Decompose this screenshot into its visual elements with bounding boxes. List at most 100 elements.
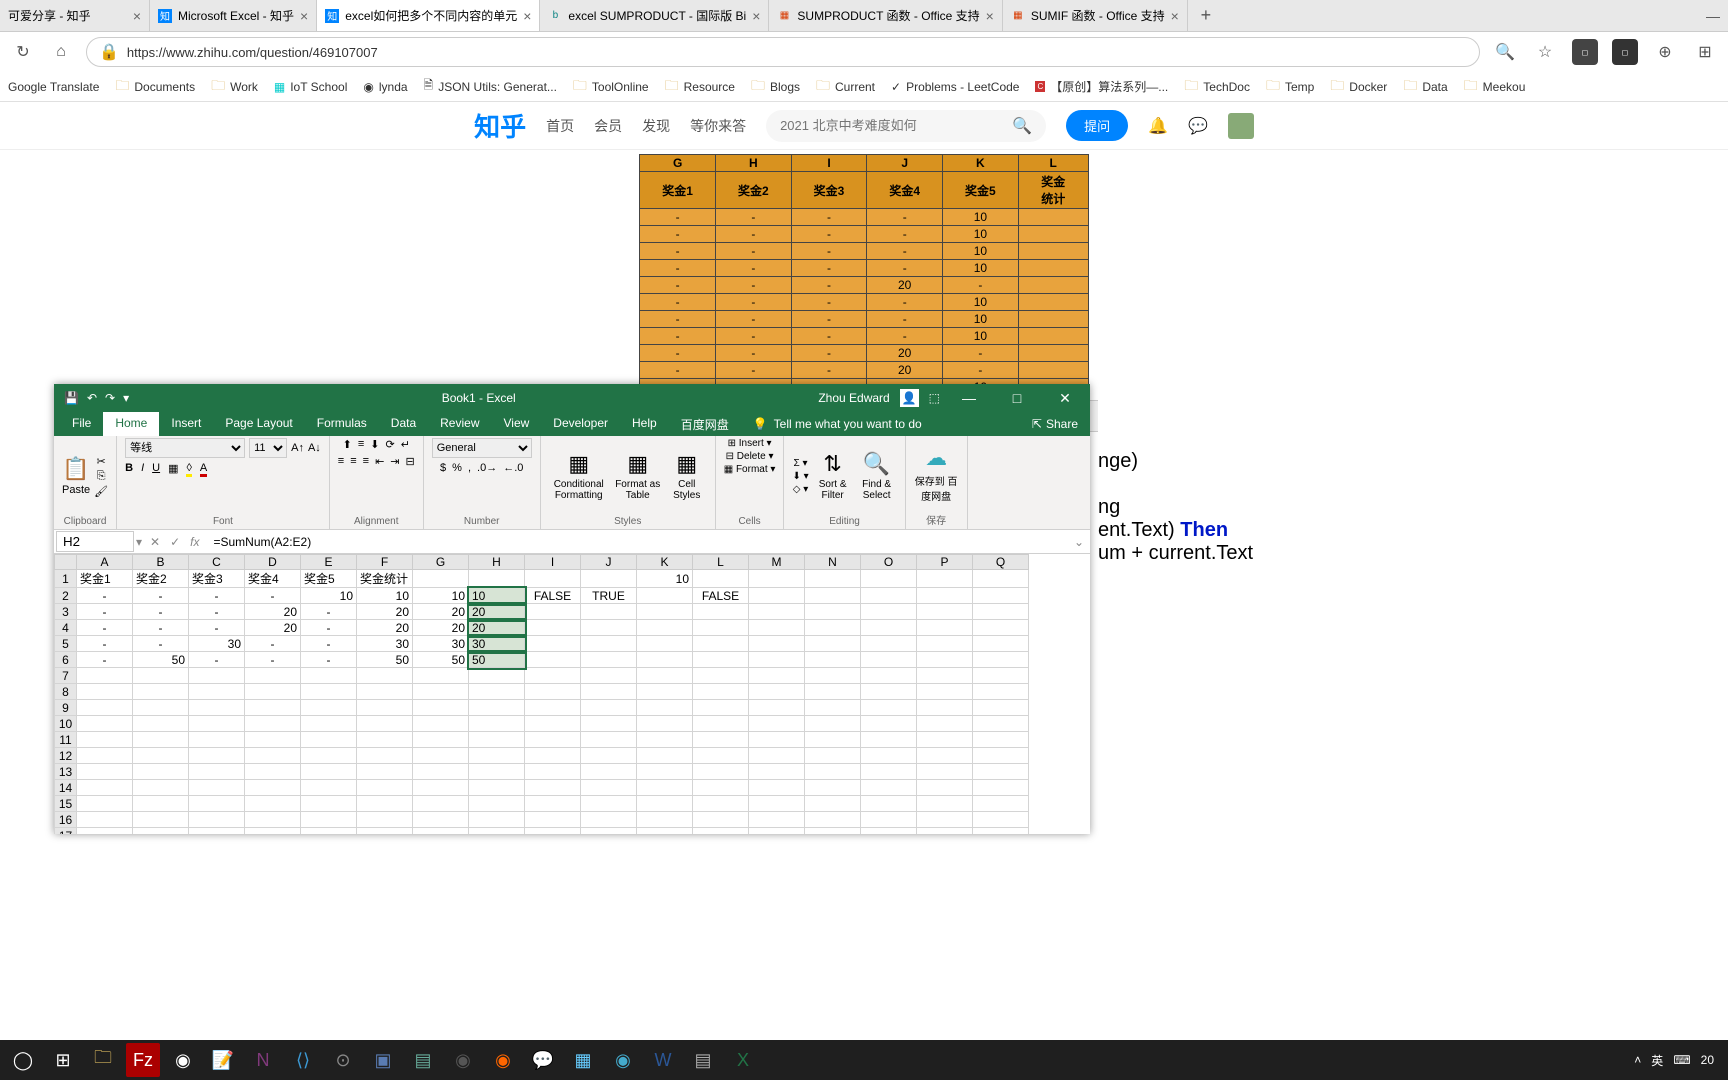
col-header[interactable]: M <box>749 555 805 570</box>
cell[interactable] <box>917 700 973 716</box>
row-header[interactable]: 11 <box>55 732 77 748</box>
nav-home[interactable]: 首页 <box>546 116 574 136</box>
share-button[interactable]: ⇱Share <box>1020 412 1090 436</box>
nav-vip[interactable]: 会员 <box>594 116 622 136</box>
edge-icon[interactable]: ◉ <box>606 1043 640 1077</box>
cell[interactable] <box>469 732 525 748</box>
cell[interactable] <box>357 780 413 796</box>
close-icon[interactable]: × <box>1171 8 1179 24</box>
cell[interactable] <box>637 764 693 780</box>
bookmark-item[interactable]: 🗀Data <box>1403 75 1447 99</box>
cell[interactable] <box>693 732 749 748</box>
save-icon[interactable]: 💾 <box>64 391 79 405</box>
cell[interactable] <box>301 700 357 716</box>
tab-0[interactable]: 可爱分享 - 知乎 × <box>0 0 150 31</box>
bookmark-item[interactable]: 🗀Blogs <box>751 75 800 99</box>
indent-inc-icon[interactable]: ⇥ <box>390 455 399 468</box>
cut-icon[interactable]: ✂ <box>97 455 106 468</box>
cell[interactable] <box>357 796 413 812</box>
cell[interactable] <box>805 700 861 716</box>
autosum-icon[interactable]: Σ ▾ <box>794 458 808 469</box>
cell[interactable] <box>357 828 413 835</box>
currency-icon[interactable]: $ <box>440 462 446 474</box>
cell[interactable] <box>805 604 861 620</box>
cell[interactable] <box>749 812 805 828</box>
cell[interactable] <box>973 604 1029 620</box>
cell[interactable] <box>469 570 525 588</box>
decrease-font-icon[interactable]: A↓ <box>308 442 321 454</box>
cell[interactable]: - <box>245 652 301 668</box>
cell[interactable] <box>189 796 245 812</box>
cell[interactable] <box>189 780 245 796</box>
cell[interactable] <box>133 764 189 780</box>
obs-icon[interactable]: ◉ <box>446 1043 480 1077</box>
col-header[interactable]: L <box>693 555 749 570</box>
cell[interactable] <box>637 700 693 716</box>
cell[interactable] <box>917 570 973 588</box>
excel-title-bar[interactable]: 💾 ↶ ↷ ▾ Book1 - Excel Zhou Edward 👤 ⬚ — … <box>54 384 1090 412</box>
cell[interactable] <box>973 812 1029 828</box>
clear-icon[interactable]: ◇ ▾ <box>793 484 809 495</box>
col-header[interactable]: C <box>189 555 245 570</box>
bookmark-item[interactable]: Google Translate <box>8 80 99 94</box>
cell[interactable]: 20 <box>357 604 413 620</box>
cell[interactable] <box>525 812 581 828</box>
keyboard-icon[interactable]: ⌨ <box>1673 1053 1690 1067</box>
cell[interactable] <box>77 684 133 700</box>
cell[interactable] <box>357 668 413 684</box>
start-button[interactable]: ◯ <box>6 1043 40 1077</box>
cell[interactable] <box>301 764 357 780</box>
cell[interactable] <box>861 636 917 652</box>
cell[interactable] <box>637 684 693 700</box>
cell[interactable]: 50 <box>469 652 525 668</box>
user-name[interactable]: Zhou Edward <box>818 391 889 405</box>
col-header[interactable]: E <box>301 555 357 570</box>
cell[interactable] <box>861 732 917 748</box>
cell[interactable] <box>245 828 301 835</box>
cell[interactable] <box>525 716 581 732</box>
tab-formulas[interactable]: Formulas <box>305 412 379 436</box>
row-header[interactable]: 17 <box>55 828 77 835</box>
cell[interactable] <box>245 812 301 828</box>
cell[interactable]: - <box>189 620 245 636</box>
cell[interactable] <box>861 828 917 835</box>
cell[interactable]: 30 <box>357 636 413 652</box>
cell[interactable]: 30 <box>469 636 525 652</box>
border-icon[interactable]: ▦ <box>168 462 178 477</box>
search-icon[interactable]: 🔍 <box>1012 116 1032 136</box>
ime-indicator[interactable]: 英 <box>1651 1052 1663 1069</box>
close-icon[interactable]: × <box>752 8 760 24</box>
tray-chevron-icon[interactable]: ˄ <box>1634 1053 1641 1067</box>
tab-baidu[interactable]: 百度网盘 <box>669 412 741 436</box>
tell-me[interactable]: Tell me what you want to do <box>774 417 922 431</box>
tab-file[interactable]: File <box>60 412 103 436</box>
cell[interactable] <box>917 780 973 796</box>
cell[interactable] <box>525 828 581 835</box>
font-size-select[interactable]: 11 <box>249 438 287 458</box>
cell[interactable] <box>581 652 637 668</box>
cell[interactable] <box>581 780 637 796</box>
cell[interactable] <box>861 716 917 732</box>
increase-decimal-icon[interactable]: .0→ <box>477 462 497 474</box>
postman-icon[interactable]: ◉ <box>486 1043 520 1077</box>
name-box[interactable] <box>56 531 134 552</box>
cell[interactable] <box>357 700 413 716</box>
cell[interactable] <box>189 764 245 780</box>
chrome-icon[interactable]: ◉ <box>166 1043 200 1077</box>
cell[interactable] <box>581 604 637 620</box>
cell[interactable]: - <box>77 588 133 604</box>
qat-dropdown-icon[interactable]: ▾ <box>123 391 129 405</box>
cell[interactable] <box>133 716 189 732</box>
star-icon[interactable]: ☆ <box>1532 39 1558 65</box>
decrease-decimal-icon[interactable]: ←.0 <box>503 462 523 474</box>
cell[interactable] <box>77 748 133 764</box>
minimize-icon[interactable]: — <box>950 390 988 406</box>
cell[interactable]: 10 <box>301 588 357 604</box>
close-icon[interactable]: × <box>986 8 994 24</box>
cell[interactable]: 20 <box>245 604 301 620</box>
cell[interactable] <box>469 716 525 732</box>
col-header[interactable]: B <box>133 555 189 570</box>
cell[interactable] <box>525 732 581 748</box>
format-painter-icon[interactable]: 🖌 <box>94 485 108 498</box>
cell[interactable] <box>357 732 413 748</box>
